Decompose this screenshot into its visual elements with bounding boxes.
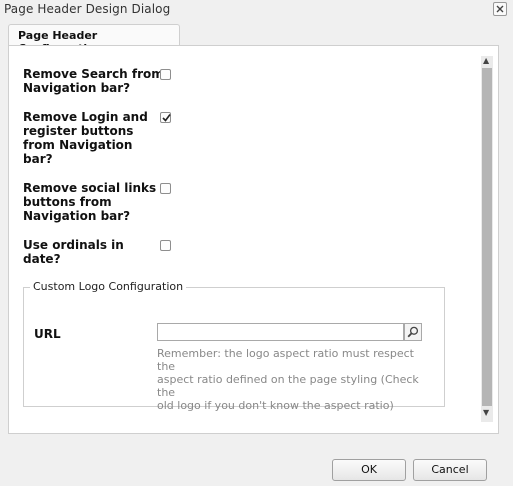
cancel-button[interactable]: Cancel [413,459,487,481]
logo-hint: Remember: the logo aspect ratio must res… [157,347,419,412]
scrollbar-thumb[interactable] [482,68,492,406]
ok-button[interactable]: OK [332,459,406,481]
option-ordinals-label: Use ordinals in date? [23,238,124,266]
close-button[interactable] [493,2,507,16]
scroll-up-arrow-icon[interactable]: ▲ [483,56,489,65]
option-remove-login-label: Remove Login and register buttons from N… [23,110,148,166]
tab-page-header-configuration[interactable]: Page Header Configuration [8,24,180,55]
magnifier-icon [407,326,419,338]
close-icon [496,5,504,13]
remove-social-checkbox[interactable] [160,183,171,194]
url-input[interactable] [157,323,404,341]
configuration-panel: Remove Search from Navigation bar? Remov… [8,45,499,434]
vertical-scrollbar[interactable]: ▲ ▼ [481,56,493,422]
remove-search-checkbox[interactable] [160,69,171,80]
option-remove-social-label: Remove social links buttons from Navigat… [23,181,157,223]
dialog-title: Page Header Design Dialog [4,2,171,16]
page-header-design-dialog: Page Header Design Dialog Page Header Co… [0,0,513,486]
browse-button[interactable] [404,323,422,341]
ordinals-checkbox[interactable] [160,240,171,251]
url-label: URL [34,327,61,341]
option-remove-search-label: Remove Search from Navigation bar? [23,67,164,95]
remove-login-checkbox[interactable] [160,112,171,123]
custom-logo-fieldset: Custom Logo Configuration URL Remember: … [23,280,445,412]
checkmark-icon [162,114,171,122]
fieldset-legend: Custom Logo Configuration [30,280,187,293]
dialog-titlebar[interactable]: Page Header Design Dialog [0,0,513,22]
scroll-down-arrow-icon[interactable]: ▼ [483,408,489,417]
